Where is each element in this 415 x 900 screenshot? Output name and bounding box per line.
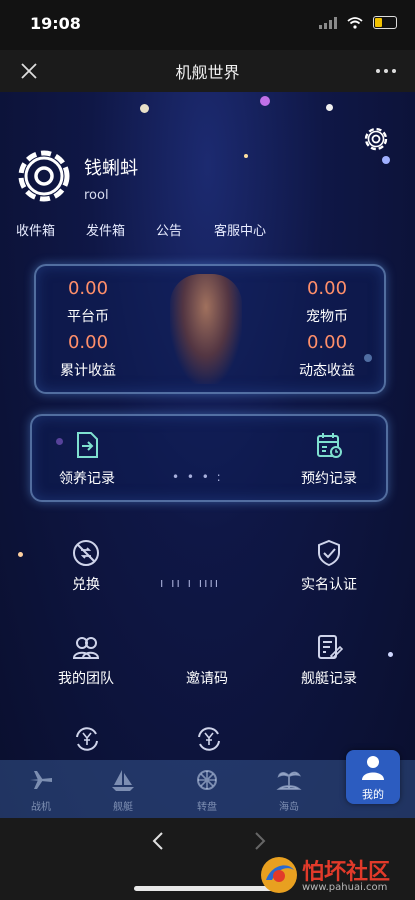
sailboat-icon bbox=[112, 770, 134, 791]
battery-icon bbox=[373, 16, 397, 29]
inbox-link[interactable]: 收件箱 bbox=[16, 220, 55, 239]
username: 钱蜊蚪 bbox=[84, 158, 138, 179]
customer-service-link[interactable]: 客服中心 bbox=[214, 220, 266, 239]
star-decoration bbox=[382, 156, 390, 164]
watermark-logo-icon bbox=[261, 857, 297, 893]
total-income-label: 累计收益 bbox=[60, 363, 116, 379]
reserve-record-label[interactable]: 预约记录 bbox=[279, 468, 379, 488]
watermark-url: www.pahuai.com bbox=[302, 882, 388, 893]
more-icon[interactable] bbox=[373, 60, 399, 82]
wheel-icon bbox=[197, 770, 217, 790]
yen-exchange-icon[interactable] bbox=[72, 724, 102, 754]
reserve-record-icon[interactable] bbox=[314, 430, 344, 460]
announcement-link[interactable]: 公告 bbox=[156, 220, 182, 239]
invite-code-label: 邀请码 bbox=[186, 671, 228, 687]
star-decoration bbox=[140, 104, 149, 113]
back-chevron-icon[interactable] bbox=[148, 830, 168, 852]
outbox-link[interactable]: 发件箱 bbox=[86, 220, 125, 239]
real-name-auth-label: 实名认证 bbox=[301, 577, 357, 593]
exchange-icon bbox=[73, 540, 99, 566]
ship-records-button[interactable]: 舰艇记录 bbox=[274, 632, 384, 688]
tab-fighter[interactable]: 战机 bbox=[6, 760, 76, 818]
watermark: 怕坏社区 www.pahuai.com bbox=[258, 852, 408, 898]
yen-exchange-icon[interactable] bbox=[194, 724, 224, 754]
dynamic-income-value: 0.00 bbox=[306, 332, 348, 353]
my-team-button[interactable]: 我的团队 bbox=[31, 632, 141, 688]
wifi-icon bbox=[347, 16, 363, 29]
app-content: 钱蜊蚪 rool 收件箱 发件箱 公告 客服中心 0.00 平台币 0.00 宠… bbox=[0, 92, 415, 818]
tab-mine-label: 我的 bbox=[362, 788, 384, 801]
status-bar: 19:08 bbox=[0, 0, 415, 50]
tab-island[interactable]: 海岛 bbox=[254, 760, 324, 818]
forward-chevron-icon[interactable] bbox=[250, 830, 270, 852]
status-time: 19:08 bbox=[30, 14, 81, 33]
tab-ship-label: 舰艇 bbox=[113, 802, 133, 813]
star-decoration bbox=[388, 652, 393, 657]
star-decoration bbox=[260, 96, 270, 106]
avatar-gear-icon bbox=[18, 150, 70, 202]
star-decoration bbox=[18, 552, 23, 557]
dynamic-income-label: 动态收益 bbox=[299, 363, 355, 379]
tab-fighter-label: 战机 bbox=[31, 802, 51, 813]
tab-wheel[interactable]: 转盘 bbox=[172, 760, 242, 818]
exchange-label: 兑换 bbox=[72, 577, 100, 593]
plane-icon bbox=[30, 771, 52, 789]
shield-check-icon bbox=[318, 539, 340, 567]
my-team-label: 我的团队 bbox=[58, 671, 114, 687]
exchange-button[interactable]: 兑换 bbox=[31, 538, 141, 594]
pet-coin-label: 宠物币 bbox=[306, 309, 348, 325]
ship-records-label: 舰艇记录 bbox=[301, 671, 357, 687]
invite-code-button[interactable]: 邀请码 bbox=[152, 632, 262, 688]
total-income-value: 0.00 bbox=[67, 332, 109, 353]
signal-icon bbox=[319, 16, 337, 29]
obscured-grid-label: ı ıı ı ıııı bbox=[160, 576, 221, 590]
tab-wheel-label: 转盘 bbox=[197, 802, 217, 813]
page-title: 机舰世界 bbox=[175, 63, 240, 82]
settings-gear-icon[interactable] bbox=[361, 124, 391, 154]
palm-island-icon bbox=[276, 771, 302, 790]
tab-mine[interactable]: 我的 bbox=[346, 750, 400, 804]
title-bar: 机舰世界 bbox=[0, 50, 415, 92]
adopt-record-label[interactable]: 领养记录 bbox=[37, 468, 137, 488]
tab-island-label: 海岛 bbox=[279, 802, 299, 813]
user-id: rool bbox=[84, 188, 109, 203]
star-decoration bbox=[326, 104, 333, 111]
user-icon bbox=[362, 756, 384, 780]
close-icon[interactable] bbox=[18, 60, 40, 82]
status-icons bbox=[319, 16, 397, 29]
browser-toolbar: 怕坏社区 www.pahuai.com bbox=[0, 818, 415, 900]
star-decoration bbox=[244, 154, 248, 158]
clipboard-edit-icon bbox=[318, 635, 344, 660]
team-icon bbox=[72, 637, 100, 659]
platform-coin-value: 0.00 bbox=[67, 278, 109, 299]
obscured-label: • • • : bbox=[172, 470, 223, 484]
quick-links: 收件箱 发件箱 公告 客服中心 bbox=[0, 220, 415, 242]
mascot-figure bbox=[170, 274, 242, 384]
adopt-record-icon[interactable] bbox=[72, 430, 102, 460]
tab-ship[interactable]: 舰艇 bbox=[88, 760, 158, 818]
pet-coin-value: 0.00 bbox=[306, 278, 348, 299]
real-name-auth-button[interactable]: 实名认证 bbox=[274, 538, 384, 594]
platform-coin-label: 平台币 bbox=[67, 309, 109, 325]
